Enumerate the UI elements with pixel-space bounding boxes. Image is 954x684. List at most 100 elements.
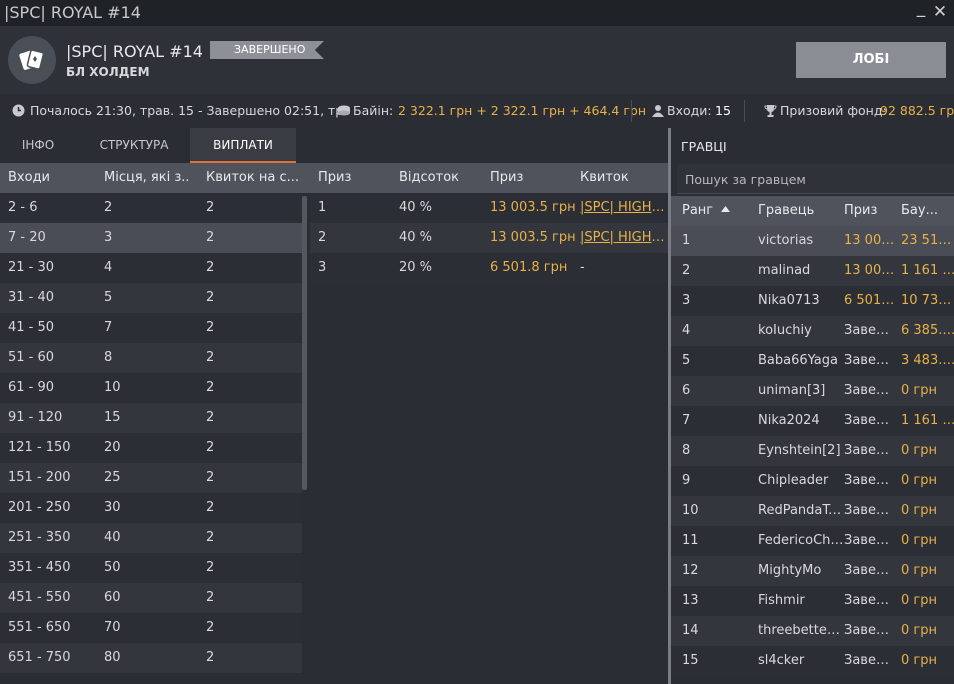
tournament-title: |SPC| ROYAL #14 [66,42,203,61]
table-row[interactable]: 8 Eynshtein[2] Завер... 0 грн [671,436,954,466]
table-row[interactable]: 7 - 20 3 2 [0,223,302,253]
table-row[interactable]: 41 - 50 7 2 [0,313,302,343]
cell-player-name: RedPandaTop [758,503,844,518]
cell-bounty: 0 грн [901,443,937,458]
entries-label: Входи: [667,103,712,118]
table-row[interactable]: 2 - 6 2 2 [0,193,302,223]
tab-structure[interactable]: СТРУКТУРА [88,128,180,163]
cell-bounty: 0 грн [901,533,937,548]
column-header-rank[interactable]: Ранг [682,203,731,218]
structure-table-header: Входи Місця, які з... Квиток на с... [0,163,310,193]
cell-entries: 21 - 30 [8,260,55,275]
cell-player-name: Eynshtein[2] [758,443,841,458]
column-header-place[interactable]: Приз [318,170,351,185]
column-header-entries[interactable]: Входи [8,170,50,185]
table-row[interactable]: 5 Baba66Yaga Завер... 3 483.1... [671,346,954,376]
column-header-percent[interactable]: Відсоток [399,170,459,185]
table-row[interactable]: 551 - 650 70 2 [0,613,302,643]
cell-entries: 651 - 750 [8,650,71,665]
table-row[interactable]: 31 - 40 5 2 [0,283,302,313]
cell-entries: 91 - 120 [8,410,63,425]
column-header-ticket[interactable]: Квиток [580,170,629,185]
tab-payouts[interactable]: ВИПЛАТИ [190,128,296,163]
table-row[interactable]: 3 20 % 6 501.8 грн - [310,253,668,283]
cell-prize: 6 501.8... [844,293,896,308]
table-row[interactable]: 61 - 90 10 2 [0,373,302,403]
column-header-player[interactable]: Гравець [758,203,814,218]
column-header-prize[interactable]: Приз [844,203,877,218]
cell-player-name: Nika0713 [758,293,820,308]
cell-rank: 8 [682,443,691,458]
table-row[interactable]: 151 - 200 25 2 [0,463,302,493]
column-header-ticket[interactable]: Квиток на с... [206,170,298,185]
structure-table-body: 2 - 6227 - 20 3 2 21 - 30 4 2 31 - 40 5 2 41 - 50… [0,193,302,673]
cell-place: 2 [318,230,327,245]
cell-prize: 13 003... [844,263,896,278]
cell-percent: 40 % [399,200,433,215]
cell-tickets: 2 [206,620,215,635]
table-row[interactable]: 2 40 % 13 003.5 грн |SPC| HIGH RO [310,223,668,253]
column-header-places[interactable]: Місця, які з... [104,170,188,185]
lobby-button[interactable]: ЛОБІ [796,42,946,78]
cell-places: 4 [104,260,113,275]
cell-bounty: 23 511... [901,233,954,248]
structure-scrollbar[interactable] [302,196,307,490]
prize-pool-label: Призовий фонд: [780,103,887,118]
cell-tickets: 2 [206,440,215,455]
table-row[interactable]: 351 - 450 50 2 [0,553,302,583]
table-row[interactable]: 21 - 30 4 2 [0,253,302,283]
table-row[interactable]: 6 uniman[3] Завер... 0 грн [671,376,954,406]
cell-ticket-link[interactable]: |SPC| HIGH RO [580,230,668,245]
cards-icon [8,36,56,84]
cell-player-name: sl4cker [758,653,805,668]
table-row[interactable]: 14 threebetterSV Завер... 0 грн [671,616,954,646]
table-row[interactable]: 15 sl4cker Завер... 0 грн [671,646,954,676]
table-row[interactable]: 11 FedericoChi... Завер... 0 грн [671,526,954,556]
column-header-bounty[interactable]: Бау... [901,203,938,218]
table-row[interactable]: 4 koIuchiy Завер... 6 385.7... [671,316,954,346]
minimize-button[interactable]: _ [912,0,930,18]
table-row[interactable]: 2 malinad 13 003... 1 161 г... [671,256,954,286]
cell-player-name: victorias [758,233,814,248]
table-row[interactable]: 7 Nika2024 Завер... 1 161 г... [671,406,954,436]
cell-ticket-link[interactable]: |SPC| HIGH RO [580,200,668,215]
table-row[interactable]: 12 MightyMo Завер... 0 грн [671,556,954,586]
tournament-header: |SPC| ROYAL #14 БЛ ХОЛДЕМ ЗАВЕРШЕНО ЛОБІ [0,26,954,94]
cell-prize: Завер... [844,503,896,518]
cell-tickets: 2 [206,290,215,305]
table-row[interactable]: 10 RedPandaTop Завер... 0 грн [671,496,954,526]
table-row[interactable]: 651 - 750 80 2 [0,643,302,673]
cell-prize: Завер... [844,533,896,548]
cell-prize: Завер... [844,623,896,638]
table-row[interactable]: 121 - 150 20 2 [0,433,302,463]
table-row[interactable]: 201 - 250 30 2 [0,493,302,523]
table-row[interactable]: 91 - 120 15 2 [0,403,302,433]
table-row[interactable]: 13 Fishmir Завер... 0 грн [671,586,954,616]
cell-bounty: 0 грн [901,383,937,398]
table-row[interactable]: 3 Nika0713 6 501.8... 10 739... [671,286,954,316]
cell-bounty: 0 грн [901,593,937,608]
game-type: БЛ ХОЛДЕМ [66,65,150,79]
cell-prize: Завер... [844,353,896,368]
cell-player-name: Fishmir [758,593,805,608]
cell-bounty: 1 161 г... [901,413,954,428]
cell-places: 7 [104,320,113,335]
cell-bounty: 0 грн [901,653,937,668]
table-row[interactable]: 1 40 % 13 003.5 грн |SPC| HIGH RO [310,193,668,223]
cell-bounty: 0 грн [901,503,937,518]
table-row[interactable]: 451 - 550 60 2 [0,583,302,613]
cell-places: 80 [104,650,121,665]
column-header-prize[interactable]: Приз [490,170,523,185]
clock-icon [12,103,25,118]
tab-bar: ІНФО СТРУКТУРА ВИПЛАТИ [0,128,668,163]
close-button[interactable]: ✕ [931,2,949,22]
table-row[interactable]: 1 victorias 13 003... 23 511... [671,226,954,256]
player-search-input[interactable] [685,170,945,188]
entries-value: 15 [715,103,731,118]
cell-tickets: 2 [206,230,215,245]
table-row[interactable]: 251 - 350 40 2 [0,523,302,553]
table-row[interactable]: 51 - 60 8 2 [0,343,302,373]
table-row[interactable]: 9 Chipleader Завер... 0 грн [671,466,954,496]
tab-info[interactable]: ІНФО [0,128,76,163]
cell-tickets: 2 [206,200,215,215]
